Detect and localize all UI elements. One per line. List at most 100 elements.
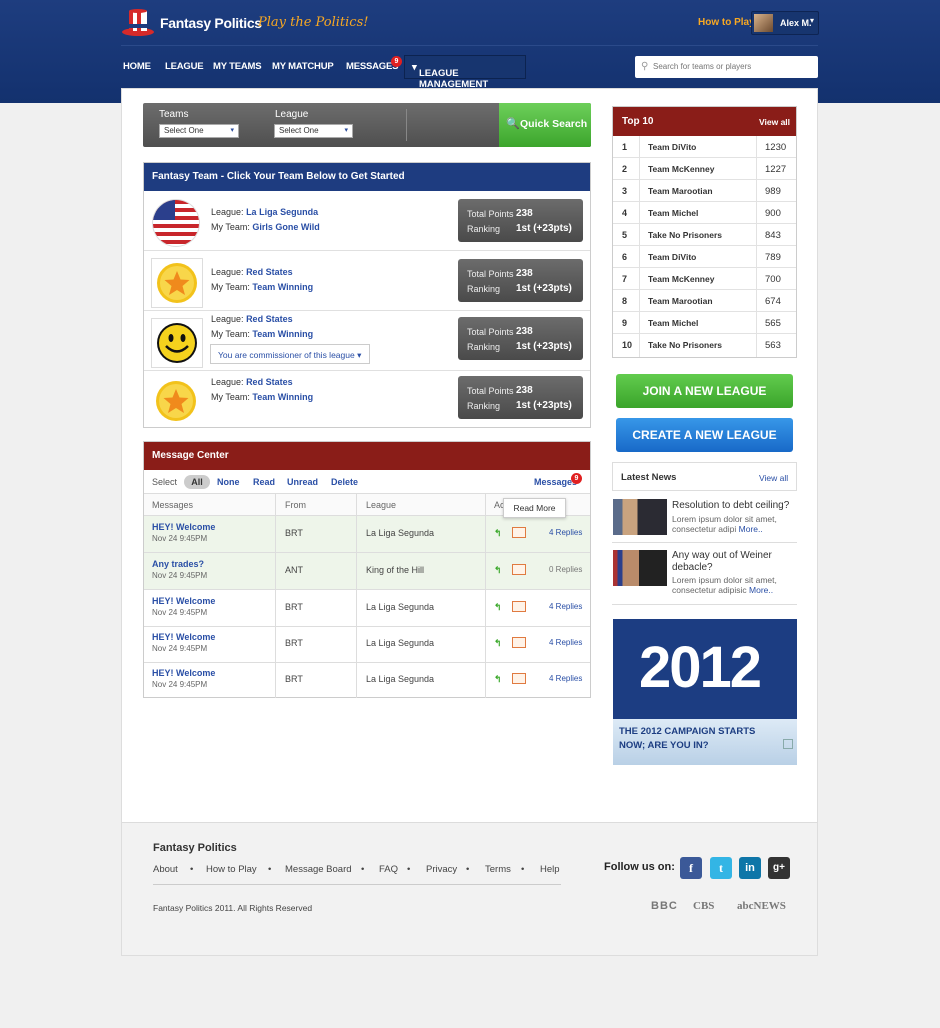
reply-icon[interactable]: ↰ [494,565,502,576]
nav-my-teams[interactable]: MY TEAMS [213,61,262,72]
nav-league[interactable]: LEAGUE [165,61,204,72]
top10-row[interactable]: 1 Team DiVito 1230 [613,136,796,158]
league-link[interactable]: La Liga Segunda [246,207,318,217]
message-from: ANT [285,565,303,575]
message-subject[interactable]: HEY! Welcome [152,668,215,678]
message-row[interactable]: HEY! Welcome Nov 24 9:45PM BRT La Liga S… [144,626,590,663]
news-photo [613,499,667,535]
message-row[interactable]: Any trades? Nov 24 9:45PM ANT King of th… [144,553,590,590]
footer-link-message-board[interactable]: Message Board [285,864,352,875]
league-select[interactable]: Select One ▾ [274,124,353,138]
league-link[interactable]: Red States [246,267,293,277]
top10-row[interactable]: 2 Team McKenney 1227 [613,158,796,180]
news-headline[interactable]: Any way out of Weiner debacle? [672,550,792,574]
filter-all[interactable]: All [184,475,210,489]
top10-view-all-link[interactable]: View all [759,117,790,127]
envelope-icon[interactable] [512,637,526,648]
envelope-icon[interactable] [512,601,526,612]
ad-caption-box: THE 2012 CAMPAIGN STARTS NOW; ARE YOU IN… [613,719,797,765]
message-subject[interactable]: HEY! Welcome [152,596,215,606]
league-link[interactable]: Red States [246,377,293,387]
top10-row[interactable]: 4 Team Michel 900 [613,202,796,224]
top10-row[interactable]: 6 Team DiVito 789 [613,246,796,268]
teams-label: Teams [159,109,189,120]
create-league-button[interactable]: CREATE A NEW LEAGUE [616,418,793,452]
nav-home[interactable]: HOME [123,61,151,72]
join-league-button[interactable]: JOIN A NEW LEAGUE [616,374,793,408]
brand-name[interactable]: Fantasy Politics [160,15,262,31]
ranking-label: Ranking [467,284,501,294]
top10-row[interactable]: 7 Team McKenney 700 [613,268,796,290]
ranking-label: Ranking [467,224,501,234]
delete-button[interactable]: Delete [331,477,358,487]
filter-none[interactable]: None [217,477,240,487]
top10-row[interactable]: 9 Team Michel 565 [613,312,796,334]
quick-search-label: Quick Search [520,118,588,130]
team-row[interactable]: League: La Liga Segunda My Team: Girls G… [144,192,590,251]
team-row[interactable]: League: Red States My Team: Team Winning… [144,371,590,430]
footer-link-about[interactable]: About [153,864,178,875]
commissioner-dropdown[interactable]: You are commissioner of this league ▾ [210,344,370,364]
linkedin-icon[interactable]: in [739,857,761,879]
ranking-label: Ranking [467,342,501,352]
news-more-link[interactable]: More.. [749,585,773,595]
rank: 7 [622,274,628,284]
divider [406,109,407,141]
top10-row[interactable]: 3 Team Marootian 989 [613,180,796,202]
footer-link-terms[interactable]: Terms [485,864,511,875]
teams-select[interactable]: Select One ▾ [159,124,239,138]
league-management-dropdown[interactable]: LEAGUE MANAGEMENT ▾ [404,55,526,90]
top10-row[interactable]: 10 Take No Prisoners 563 [613,334,796,356]
filter-read[interactable]: Read [253,477,275,487]
user-menu[interactable]: Alex M. ▾ [751,11,819,35]
search-input[interactable] [653,59,811,74]
team-row[interactable]: League: Red States My Team: Team Winning… [144,312,590,371]
envelope-icon[interactable] [512,673,526,684]
message-subject[interactable]: Any trades? [152,559,204,569]
reply-icon[interactable]: ↰ [494,528,502,539]
filter-unread[interactable]: Unread [287,477,318,487]
reply-icon[interactable]: ↰ [494,638,502,649]
footer-link-privacy[interactable]: Privacy [426,864,457,875]
reply-icon[interactable]: ↰ [494,602,502,613]
league-field-label: League: [211,267,244,277]
reply-icon[interactable]: ↰ [494,674,502,685]
nav-my-matchup[interactable]: MY MATCHUP [272,61,334,72]
quick-search-button[interactable]: 🔍 Quick Search [499,103,591,147]
facebook-icon[interactable]: f [680,857,702,879]
replies-link[interactable]: 4 Replies [549,674,582,683]
how-to-play-link[interactable]: How to Play [698,17,755,28]
team-link[interactable]: Team Winning [252,392,313,402]
replies-link[interactable]: 4 Replies [549,638,582,647]
top10-row[interactable]: 8 Team Marootian 674 [613,290,796,312]
points: 565 [765,318,781,329]
league-link[interactable]: Red States [246,314,293,324]
footer-link-faq[interactable]: FAQ [379,864,398,875]
news-headline[interactable]: Resolution to debt ceiling? [672,500,789,512]
team-link[interactable]: Girls Gone Wild [252,222,319,232]
news-view-all-link[interactable]: View all [759,473,788,483]
message-subject[interactable]: HEY! Welcome [152,632,215,642]
replies-link[interactable]: 4 Replies [549,528,582,537]
campaign-ad-banner[interactable]: 2012 THE 2012 CAMPAIGN STARTS NOW; ARE Y… [613,619,797,765]
rank: 2 [622,164,628,174]
news-more-link[interactable]: More.. [739,524,763,534]
envelope-icon[interactable] [512,564,526,575]
uncle-sam-hat-logo-icon[interactable] [121,7,155,37]
message-row[interactable]: HEY! Welcome Nov 24 9:45PM BRT La Liga S… [144,662,590,699]
envelope-icon[interactable] [512,527,526,538]
top10-row[interactable]: 5 Take No Prisoners 843 [613,224,796,246]
google-plus-icon[interactable]: g+ [768,857,790,879]
team-row[interactable]: League: Red States My Team: Team Winning… [144,252,590,311]
message-row[interactable]: HEY! Welcome Nov 24 9:45PM BRT La Liga S… [144,516,590,553]
footer-link-help[interactable]: Help [540,864,560,875]
team-link[interactable]: Team Winning [252,329,313,339]
twitter-icon[interactable]: t [710,857,732,879]
team-link[interactable]: Team Winning [252,282,313,292]
message-subject[interactable]: HEY! Welcome [152,522,215,532]
replies-link[interactable]: 4 Replies [549,602,582,611]
message-row[interactable]: HEY! Welcome Nov 24 9:45PM BRT La Liga S… [144,590,590,627]
replies-link[interactable]: 0 Replies [549,565,582,574]
news-excerpt: Lorem ipsum dolor sit amet, consectetur … [672,514,794,534]
footer-link-how-to-play[interactable]: How to Play [206,864,257,875]
